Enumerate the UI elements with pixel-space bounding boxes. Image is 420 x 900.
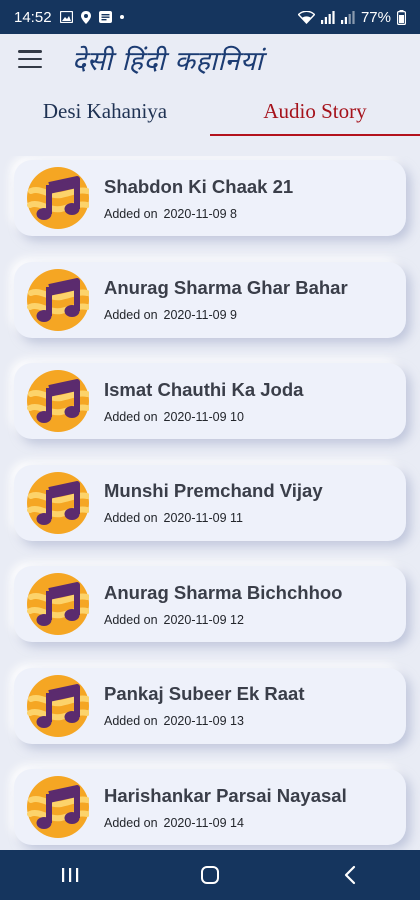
added-date: 2020-11-09 [163, 714, 227, 728]
app-header: देसी हिंदी कहानियां [0, 34, 420, 84]
added-date: 2020-11-09 [163, 206, 227, 221]
home-icon [201, 866, 219, 884]
story-text: Anurag Sharma Bichchhoo Added on 2020-11-0… [104, 582, 342, 627]
added-date: 2020-11-09 [163, 815, 227, 830]
added-date: 2020-11-09 [163, 511, 227, 525]
tab-desi-kahaniya[interactable]: Desi Kahaniya [0, 86, 210, 136]
music-note-icon [27, 167, 89, 229]
added-on-label: Added on [104, 612, 158, 627]
news-icon [98, 11, 112, 23]
location-icon [80, 10, 91, 24]
status-bar: 14:52 77% [0, 0, 420, 34]
story-id: 10 [230, 409, 244, 424]
story-card[interactable]: Harishankar Parsai Nayasal Added on 2020-1… [14, 769, 406, 845]
story-date: Added on 2020-11-09 13 [104, 714, 305, 728]
signal-icon [320, 10, 335, 24]
added-on-label: Added on [104, 206, 158, 221]
wifi-icon [297, 10, 315, 24]
tab-audio-story[interactable]: Audio Story [210, 86, 420, 136]
added-on-label: Added on [104, 815, 158, 830]
story-text: Munshi Premchand Vijay Added on 2020-11-09… [104, 480, 323, 525]
story-card[interactable]: Shabdon Ki Chaak 21 Added on 2020-11-09 8 [14, 160, 406, 236]
story-card[interactable]: Anurag Sharma Ghar Bahar Added on 2020-11-… [14, 261, 406, 338]
music-note-icon [27, 674, 89, 737]
story-title: Ismat Chauthi Ka Joda [104, 378, 304, 400]
story-card[interactable]: Ismat Chauthi Ka Joda Added on 2020-11-09 … [14, 363, 406, 439]
added-on-label: Added on [104, 714, 158, 728]
notification-dot-icon [119, 15, 124, 19]
story-id: 12 [230, 612, 244, 627]
story-title: Anurag Sharma Ghar Bahar [104, 277, 348, 298]
story-text: Pankaj Subeer Ek Raat Added on 2020-11-09 … [104, 683, 305, 728]
recent-apps-icon [62, 868, 79, 882]
story-text: Harishankar Parsai Nayasal Added on 2020-1… [104, 785, 347, 830]
story-date: Added on 2020-11-09 9 [104, 308, 348, 322]
music-note-icon [27, 573, 89, 635]
story-date: Added on 2020-11-09 8 [104, 207, 293, 221]
app-title: देसी हिंदी कहानियां [72, 45, 264, 77]
story-title: Munshi Premchand Vijay [104, 480, 323, 501]
tab-bar: Desi Kahaniya Audio Story [0, 86, 420, 136]
story-date: Added on 2020-11-09 14 [104, 816, 347, 830]
music-note-icon [27, 776, 89, 838]
added-date: 2020-11-09 [163, 612, 227, 627]
status-time: 14:52 [14, 8, 52, 26]
story-id: 9 [230, 308, 237, 322]
back-button[interactable] [320, 855, 380, 895]
audio-story-list: Shabdon Ki Chaak 21 Added on 2020-11-09 8 … [0, 156, 420, 850]
story-date: Added on 2020-11-09 11 [104, 511, 323, 525]
story-card[interactable]: Munshi Premchand Vijay Added on 2020-11-09… [14, 464, 406, 541]
story-title: Harishankar Parsai Nayasal [104, 784, 347, 806]
music-note-icon [27, 370, 89, 432]
story-card[interactable]: Anurag Sharma Bichchhoo Added on 2020-11-0… [14, 566, 406, 642]
story-id: 8 [230, 206, 237, 221]
added-date: 2020-11-09 [163, 409, 227, 424]
story-text: Shabdon Ki Chaak 21 Added on 2020-11-09 8 [104, 176, 293, 221]
story-text: Ismat Chauthi Ka Joda Added on 2020-11-09 … [104, 379, 303, 424]
story-id: 14 [230, 815, 244, 830]
home-button[interactable] [180, 855, 240, 895]
added-on-label: Added on [104, 409, 158, 424]
story-title: Shabdon Ki Chaak 21 [104, 175, 294, 197]
story-id: 13 [230, 714, 244, 728]
signal-2-icon [340, 10, 355, 24]
hamburger-menu-icon[interactable] [18, 50, 42, 68]
story-text: Anurag Sharma Ghar Bahar Added on 2020-11-… [104, 277, 348, 322]
added-on-label: Added on [104, 511, 158, 525]
music-note-icon [27, 268, 89, 331]
story-card[interactable]: Pankaj Subeer Ek Raat Added on 2020-11-09 … [14, 667, 406, 744]
story-date: Added on 2020-11-09 12 [104, 613, 342, 627]
added-on-label: Added on [104, 308, 158, 322]
back-icon [344, 865, 356, 885]
gallery-icon [59, 11, 73, 23]
added-date: 2020-11-09 [163, 308, 227, 322]
music-note-icon [27, 471, 89, 534]
battery-icon [397, 9, 406, 25]
story-title: Pankaj Subeer Ek Raat [104, 683, 305, 704]
story-date: Added on 2020-11-09 10 [104, 410, 303, 424]
story-id: 11 [230, 511, 244, 525]
story-title: Anurag Sharma Bichchhoo [104, 581, 343, 603]
system-nav-bar [0, 850, 420, 900]
recent-apps-button[interactable] [40, 855, 100, 895]
battery-level: 77% [360, 8, 391, 26]
